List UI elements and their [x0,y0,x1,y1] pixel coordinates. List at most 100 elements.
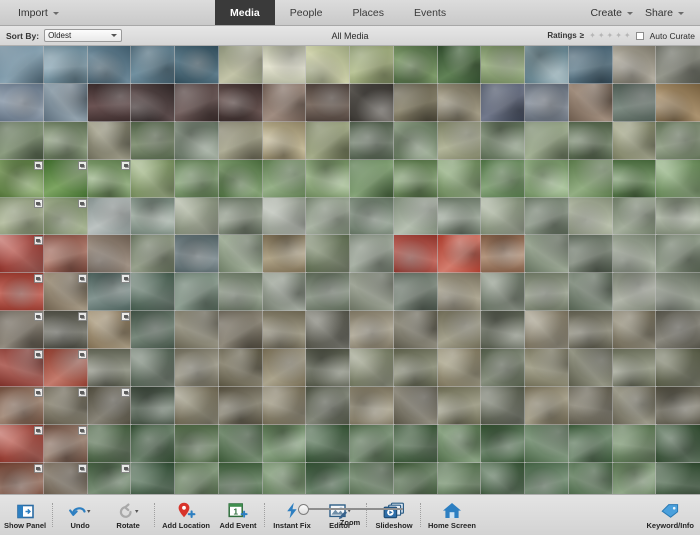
media-thumbnail[interactable] [174,82,220,123]
media-thumbnail[interactable] [611,272,658,313]
thumbnail-stack-badge[interactable] [33,350,43,360]
media-thumbnail[interactable] [655,348,700,389]
import-menu[interactable]: Import [14,0,63,25]
media-thumbnail[interactable] [174,120,220,161]
media-thumbnail[interactable] [130,234,176,275]
thumbnail-stack-badge[interactable] [77,463,87,473]
media-thumbnail[interactable] [174,423,220,464]
thumbnail-stack-badge[interactable] [77,388,87,398]
media-thumbnail[interactable] [436,386,483,426]
tab-people[interactable]: People [275,0,338,25]
tab-places[interactable]: Places [337,0,399,25]
tab-events[interactable]: Events [399,0,461,25]
media-thumbnail[interactable] [349,82,395,123]
media-thumbnail[interactable] [349,423,395,464]
media-thumbnail[interactable] [524,196,570,237]
media-thumbnail[interactable] [305,423,351,464]
media-thumbnail[interactable] [261,46,308,85]
media-thumbnail[interactable] [42,348,89,389]
media-thumbnail[interactable] [261,158,308,199]
media-thumbnail[interactable] [42,46,89,85]
media-thumbnail[interactable] [567,158,614,199]
media-thumbnail[interactable] [174,310,220,351]
media-thumbnail[interactable] [305,46,351,85]
thumbnail-stack-badge[interactable] [33,236,43,246]
media-thumbnail[interactable] [174,158,220,199]
media-thumbnail[interactable] [392,46,439,85]
media-thumbnail[interactable] [261,461,308,494]
media-thumbnail[interactable] [349,272,395,313]
media-thumbnail[interactable] [174,348,220,389]
media-thumbnail[interactable] [655,158,700,199]
media-thumbnail[interactable] [567,120,614,161]
media-thumbnail[interactable] [611,423,658,464]
media-thumbnail[interactable] [130,423,176,464]
media-thumbnail[interactable] [305,310,351,351]
media-thumbnail[interactable] [217,423,264,464]
media-thumbnail[interactable] [611,120,658,161]
media-thumbnail[interactable] [86,310,133,351]
media-thumbnail[interactable] [305,82,351,123]
media-thumbnail[interactable] [130,461,176,494]
media-thumbnail[interactable] [349,386,395,426]
media-thumbnail[interactable] [349,310,395,351]
media-thumbnail[interactable] [86,158,133,199]
media-thumbnail[interactable] [480,158,526,199]
media-thumbnail[interactable] [217,82,264,123]
media-thumbnail[interactable] [0,120,45,161]
media-thumbnail[interactable] [86,272,133,313]
media-thumbnail[interactable] [305,272,351,313]
media-thumbnail[interactable] [174,46,220,85]
media-thumbnail[interactable] [436,82,483,123]
thumbnail-stack-badge[interactable] [33,160,43,170]
media-thumbnail[interactable] [261,272,308,313]
media-thumbnail[interactable] [524,82,570,123]
media-thumbnail[interactable] [611,310,658,351]
media-thumbnail[interactable] [567,234,614,275]
media-thumbnail[interactable] [524,234,570,275]
media-thumbnail[interactable] [436,158,483,199]
media-thumbnail[interactable] [0,272,45,313]
media-thumbnail[interactable] [130,82,176,123]
media-thumbnail[interactable] [392,82,439,123]
create-menu[interactable]: Create [586,0,637,25]
media-thumbnail[interactable] [305,196,351,237]
media-thumbnail[interactable] [0,461,45,494]
media-thumbnail[interactable] [392,310,439,351]
media-thumbnail[interactable] [436,461,483,494]
media-thumbnail[interactable] [611,348,658,389]
media-thumbnail[interactable] [436,272,483,313]
media-thumbnail[interactable] [480,46,526,85]
media-thumbnail[interactable] [42,158,89,199]
thumbnail-stack-badge[interactable] [33,463,43,473]
media-thumbnail[interactable] [655,423,700,464]
media-thumbnail[interactable] [392,158,439,199]
ratings-operator[interactable]: ≥ [580,31,584,40]
media-thumbnail[interactable] [0,196,45,237]
show-panel-button[interactable]: Show Panel [0,495,50,535]
media-thumbnail[interactable] [174,386,220,426]
share-menu[interactable]: Share [641,0,688,25]
add-event-button[interactable]: 1 Add Event [214,495,262,535]
media-thumbnail[interactable] [567,272,614,313]
media-thumbnail[interactable] [436,120,483,161]
media-thumbnail[interactable] [480,423,526,464]
media-thumbnail[interactable] [611,234,658,275]
thumbnail-stack-badge[interactable] [121,160,131,170]
media-thumbnail[interactable] [567,310,614,351]
thumbnail-stack-badge[interactable] [77,312,87,322]
media-thumbnail[interactable] [130,46,176,85]
media-thumbnail[interactable] [392,234,439,275]
media-thumbnail[interactable] [261,234,308,275]
media-thumbnail[interactable] [436,423,483,464]
media-thumbnail[interactable] [567,348,614,389]
ratings-stars[interactable]: ✦ ✦ ✦ ✦ ✦ [589,31,631,40]
media-thumbnail[interactable] [130,272,176,313]
media-thumbnail[interactable] [0,46,45,85]
thumbnail-stack-badge[interactable] [121,312,131,322]
media-thumbnail[interactable] [524,386,570,426]
media-thumbnail[interactable] [42,234,89,275]
media-thumbnail[interactable] [217,158,264,199]
media-thumbnail[interactable] [436,234,483,275]
media-thumbnail[interactable] [480,196,526,237]
